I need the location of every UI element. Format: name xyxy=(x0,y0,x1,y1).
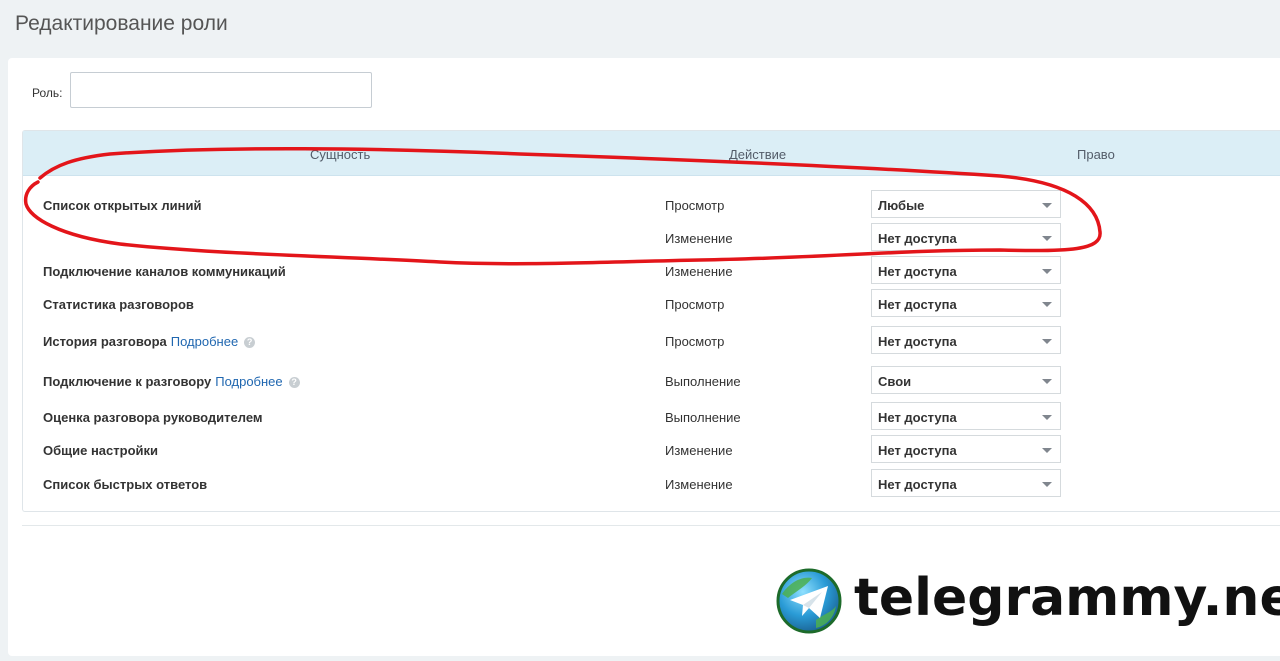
permission-value: Нет доступа xyxy=(878,334,957,349)
permission-select[interactable]: Нет доступа xyxy=(871,223,1061,251)
table-row: Изменение Нет доступа xyxy=(23,223,1280,253)
table-row: Список быстрых ответов Изменение Нет дос… xyxy=(23,469,1280,499)
table-row: Оценка разговора руководителем Выполнени… xyxy=(23,402,1280,432)
table-row: Общие настройки Изменение Нет доступа xyxy=(23,435,1280,465)
role-label: Роль: xyxy=(32,86,63,100)
chevron-down-icon xyxy=(1042,339,1052,344)
entity-label: Оценка разговора руководителем xyxy=(43,410,263,425)
chevron-down-icon xyxy=(1042,482,1052,487)
entity-label: Список быстрых ответов xyxy=(43,477,208,492)
permission-select[interactable]: Нет доступа xyxy=(871,469,1061,497)
permission-select[interactable]: Нет доступа xyxy=(871,289,1061,317)
chevron-down-icon xyxy=(1042,448,1052,453)
action-label: Выполнение xyxy=(665,374,741,389)
chevron-down-icon xyxy=(1042,415,1052,420)
permission-value: Нет доступа xyxy=(878,231,957,246)
permission-select[interactable]: Нет доступа xyxy=(871,435,1061,463)
more-link[interactable]: Подробнее xyxy=(171,334,238,349)
watermark-text: telegrammy.net xyxy=(854,568,1280,628)
permission-select[interactable]: Нет доступа xyxy=(871,402,1061,430)
chevron-down-icon xyxy=(1042,203,1052,208)
permission-select[interactable]: Нет доступа xyxy=(871,256,1061,284)
permission-value: Нет доступа xyxy=(878,264,957,279)
role-edit-card: Роль: Сущность Действие Право Список отк… xyxy=(8,58,1280,656)
more-link[interactable]: Подробнее xyxy=(215,374,282,389)
help-icon[interactable]: ? xyxy=(244,337,256,348)
permission-select[interactable]: Свои xyxy=(871,366,1061,394)
header-right: Право xyxy=(1077,147,1115,162)
chevron-down-icon xyxy=(1042,269,1052,274)
table-row: История разговора Подробнее? Просмотр Нет… xyxy=(23,326,1280,356)
entity-label: Список открытых линий xyxy=(43,198,202,213)
header-entity: Сущность xyxy=(310,147,371,162)
permission-value: Нет доступа xyxy=(878,410,957,425)
entity-label: Подключение каналов коммуникаций xyxy=(43,264,286,279)
permission-select[interactable]: Нет доступа xyxy=(871,326,1061,354)
chevron-down-icon xyxy=(1042,379,1052,384)
page-title: Редактирование роли xyxy=(15,12,228,35)
permission-value: Нет доступа xyxy=(878,477,957,492)
permission-select[interactable]: Любые xyxy=(871,190,1061,218)
action-label: Просмотр xyxy=(665,297,725,312)
chevron-down-icon xyxy=(1042,236,1052,241)
action-label: Просмотр xyxy=(665,198,725,213)
table-row: Список открытых линий Просмотр Любые xyxy=(23,190,1280,220)
header-action: Действие xyxy=(729,147,787,162)
help-icon[interactable]: ? xyxy=(288,377,300,388)
table-row: Подключение каналов коммуникаций Изменен… xyxy=(23,256,1280,286)
action-label: Изменение xyxy=(665,264,733,279)
divider xyxy=(22,525,1280,526)
permission-value: Свои xyxy=(878,374,912,389)
entity-label: Общие настройки xyxy=(43,443,158,458)
action-label: Выполнение xyxy=(665,410,741,425)
entity-label: Подключение к разговору Подробнее? xyxy=(43,374,300,389)
table-row: Подключение к разговору Подробнее? Выполн… xyxy=(23,366,1280,396)
action-label: Изменение xyxy=(665,231,733,246)
chevron-down-icon xyxy=(1042,302,1052,307)
permission-value: Нет доступа xyxy=(878,297,957,312)
permission-value: Любые xyxy=(878,198,925,213)
table-header: Сущность Действие Право xyxy=(23,131,1280,176)
permissions-table: Сущность Действие Право Список открытых … xyxy=(22,130,1280,512)
entity-label: История разговора Подробнее? xyxy=(43,334,256,349)
permission-value: Нет доступа xyxy=(878,443,957,458)
entity-label: Статистика разговоров xyxy=(43,297,194,312)
action-label: Просмотр xyxy=(665,334,725,349)
action-label: Изменение xyxy=(665,477,733,492)
telegram-logo-icon xyxy=(776,568,842,634)
role-name-input[interactable] xyxy=(70,72,372,108)
table-row: Статистика разговоров Просмотр Нет досту… xyxy=(23,289,1280,319)
action-label: Изменение xyxy=(665,443,733,458)
